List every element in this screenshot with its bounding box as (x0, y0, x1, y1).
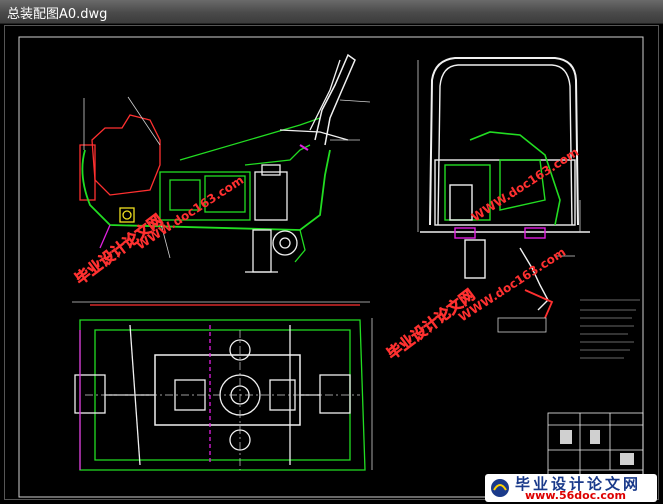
watermark-url-right: WWW.doc163.com (456, 245, 568, 325)
watermark-left: 毕业设计论文网 WWW.doc163.com (71, 173, 246, 289)
watermark-url-top-right: WWW.doc163.com (469, 145, 581, 225)
logo-emblem-icon (491, 479, 509, 497)
watermark-url-left: WWW.doc163.com (134, 173, 246, 253)
site-logo: 毕业设计论文网 www.56doc.com (485, 474, 657, 502)
footer-site-url: www.56doc.com (525, 489, 626, 502)
top-view (72, 301, 373, 471)
watermark-cn-left: 毕业设计论文网 (72, 211, 167, 289)
watermark-right: 毕业设计论文网 WWW.doc163.com WWW.doc163.com (383, 145, 581, 364)
watermark-cn-right: 毕业设计论文网 (384, 286, 479, 364)
cad-drawing: 毕业设计论文网 WWW.doc163.com 毕业设计论文网 WWW.doc16… (18, 36, 644, 498)
technical-notes (580, 299, 640, 359)
